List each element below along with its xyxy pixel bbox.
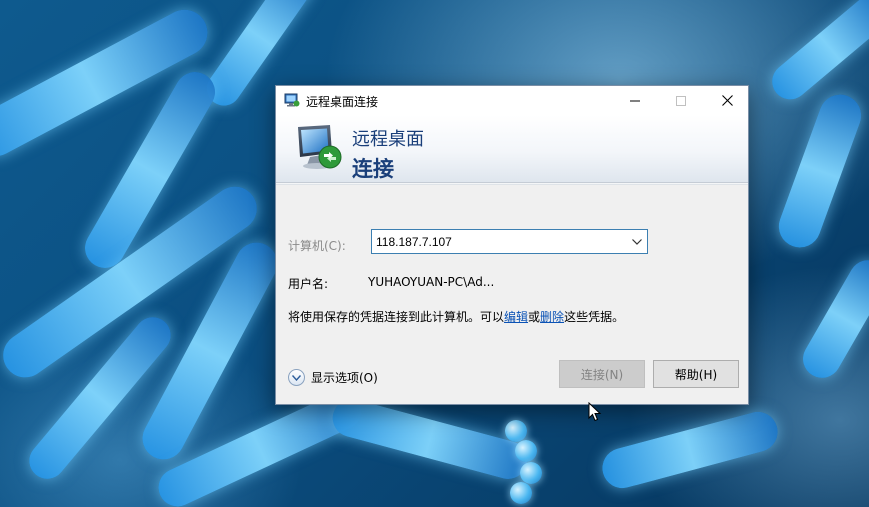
computer-combobox[interactable]: 118.187.7.107: [371, 229, 648, 254]
minimize-button[interactable]: [612, 86, 658, 115]
chevron-down-icon: [292, 374, 301, 381]
info-or-text: 或: [528, 310, 541, 324]
title-bar[interactable]: 远程桌面连接: [276, 86, 748, 115]
info-prefix-text: 将使用保存的凭据连接到此计算机。可以: [288, 310, 505, 324]
saved-credentials-info: 将使用保存的凭据连接到此计算机。可以编辑或删除这些凭据。: [288, 308, 624, 325]
username-value: YUHAOYUAN-PC\Ad...: [368, 275, 495, 289]
connect-button[interactable]: 连接(N): [559, 360, 645, 388]
delete-credentials-link[interactable]: 删除: [540, 310, 564, 324]
mouse-pointer-icon: [588, 402, 602, 422]
close-button[interactable]: [704, 86, 750, 115]
maximize-button[interactable]: [658, 86, 704, 115]
chevron-down-icon: [632, 238, 642, 245]
remote-desktop-monitor-icon: [298, 125, 342, 169]
show-options-label: 显示选项(O): [311, 371, 378, 385]
remote-desktop-dialog: 远程桌面连接 远程桌面 连接 计算机(C): 118.187.7.107 用户名…: [275, 85, 749, 405]
computer-label: 计算机(C):: [288, 239, 346, 253]
minimize-icon: [630, 100, 640, 101]
banner-title-line2: 连接: [352, 157, 394, 181]
close-icon: [721, 95, 733, 106]
info-suffix-text: 这些凭据。: [564, 310, 625, 324]
edit-credentials-link[interactable]: 编辑: [504, 310, 528, 324]
header-banner: 远程桌面 连接: [276, 115, 748, 183]
username-label: 用户名:: [288, 277, 329, 291]
show-options-toggle[interactable]: 显示选项(O): [288, 369, 378, 386]
combobox-dropdown-button[interactable]: [627, 230, 647, 253]
window-title: 远程桌面连接: [306, 95, 379, 109]
help-button[interactable]: 帮助(H): [653, 360, 739, 388]
banner-title-line1: 远程桌面: [352, 129, 424, 150]
remote-desktop-app-icon: [284, 93, 300, 107]
banner-divider: [276, 183, 748, 185]
expand-chevron-icon[interactable]: [288, 369, 305, 386]
maximize-icon: [676, 95, 686, 106]
computer-input[interactable]: 118.187.7.107: [372, 235, 627, 249]
